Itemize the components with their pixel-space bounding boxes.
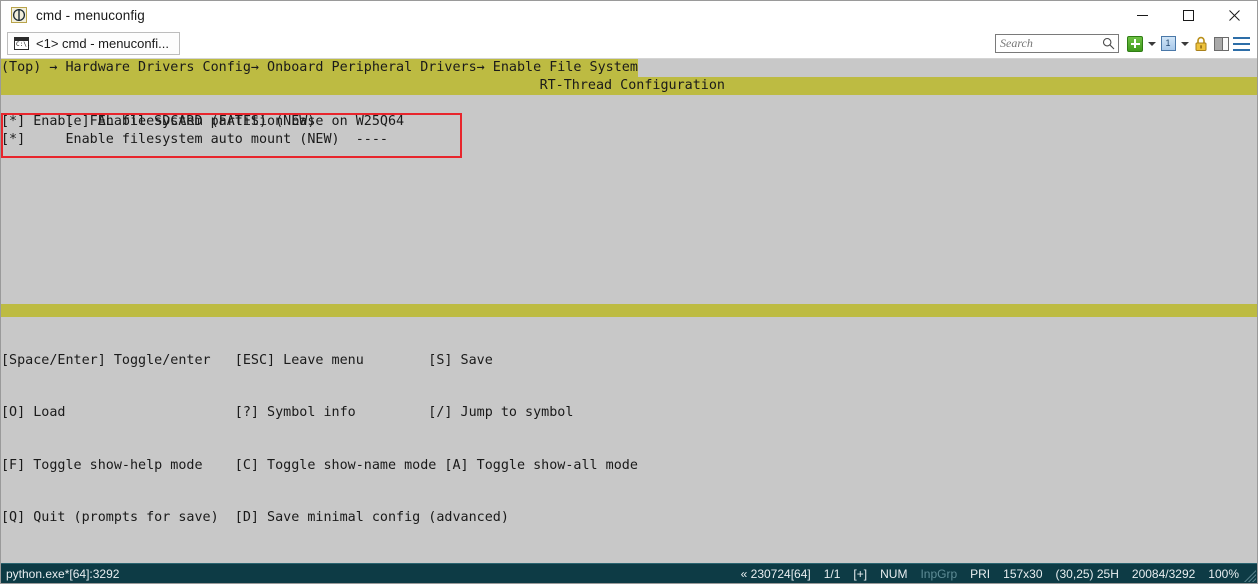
search-box[interactable] <box>995 34 1119 53</box>
maximize-button[interactable] <box>1165 1 1211 29</box>
status-bar: python.exe*[64]:3292 « 230724[64] 1/1 [+… <box>1 563 1257 583</box>
panel-selector-button[interactable]: 1 <box>1158 34 1178 54</box>
status-item-num: NUM <box>880 566 908 581</box>
menu-item-enable-filesystem-auto-mount[interactable]: [*] Enable filesystem auto mount (NEW) -… <box>1 131 1257 149</box>
hamburger-menu-icon <box>1232 36 1250 51</box>
status-item-pri: PRI <box>970 566 991 581</box>
search-input[interactable] <box>996 36 1104 51</box>
tab-cmd-menuconfig[interactable]: C:\. <1> cmd - menuconfi... <box>7 32 180 55</box>
tab-icon-text: C:\. <box>16 41 31 48</box>
panel-dropdown-button[interactable] <box>1178 34 1191 54</box>
console-tab-icon: C:\. <box>14 37 31 50</box>
main-menu-button[interactable] <box>1231 34 1251 54</box>
status-item-insert: [+] <box>853 566 868 581</box>
help-row: [Q] Quit (prompts for save) [D] Save min… <box>1 509 509 525</box>
menu-item-enable-fal-filesystem-partition[interactable]: [*] Enable FAL filesystem partition base… <box>1 113 1257 131</box>
magnifier-icon <box>1102 37 1115 55</box>
status-item-encoding: « 230724[64] <box>740 566 811 581</box>
help-row: [Space/Enter] Toggle/enter [ESC] Leave m… <box>1 353 493 369</box>
console-app-icon <box>11 7 27 23</box>
split-panel-button[interactable] <box>1211 34 1231 54</box>
split-panel-icon <box>1213 36 1229 51</box>
status-item-zoom: 100% <box>1208 566 1239 581</box>
title-bar: cmd - menuconfig <box>1 1 1257 29</box>
breadcrumb: (Top) → Hardware Drivers Config→ Onboard… <box>1 59 638 77</box>
new-tab-button[interactable] <box>1125 34 1145 54</box>
padlock-icon <box>1194 36 1208 52</box>
toolbar: 1 <box>995 29 1251 58</box>
breadcrumb-line: (Top) → Hardware Drivers Config→ Onboard… <box>1 59 1257 77</box>
window-title: cmd - menuconfig <box>36 7 145 23</box>
minimize-button[interactable] <box>1119 1 1165 29</box>
lock-button[interactable] <box>1191 34 1211 54</box>
tab-label: <1> cmd - menuconfi... <box>36 36 169 51</box>
new-tab-dropdown-button[interactable] <box>1145 34 1158 54</box>
chevron-down-icon <box>1180 41 1189 46</box>
status-process-info: python.exe*[64]:3292 <box>6 566 120 581</box>
status-item-pages: 1/1 <box>823 566 841 581</box>
terminal-content[interactable]: (Top) → Hardware Drivers Config→ Onboard… <box>1 59 1257 305</box>
resize-grip[interactable] <box>1242 568 1256 582</box>
panel-number-icon: 1 <box>1160 36 1176 51</box>
help-row: [O] Load [?] Symbol info [/] Jump to sym… <box>1 405 574 421</box>
chevron-down-icon <box>1147 41 1156 46</box>
status-item-buffer: 20084/3292 <box>1131 566 1196 581</box>
tab-strip: C:\. <1> cmd - menuconfi... Search 1 <box>1 29 1257 59</box>
close-button[interactable] <box>1211 1 1257 29</box>
status-indicators: « 230724[64] 1/1 [+] NUM InpGrp PRI 157x… <box>741 564 1239 583</box>
window-controls <box>1119 1 1257 29</box>
status-item-size: 157x30 <box>1003 566 1043 581</box>
menu-list: [ ] Enable SDCARD (FATFS) (NEW) [*] Enab… <box>1 95 1257 158</box>
app-window: cmd - menuconfig C:\. <1> cmd - menuconf… <box>0 0 1258 584</box>
status-item-inpgrp: InpGrp <box>920 566 958 581</box>
status-item-cursor: (30,25) 25H <box>1055 566 1119 581</box>
help-separator-bar <box>1 304 1257 318</box>
help-panel: [Space/Enter] Toggle/enter [ESC] Leave m… <box>1 317 1257 563</box>
config-title: RT-Thread Configuration <box>1 77 1257 95</box>
help-row: [F] Toggle show-help mode [C] Toggle sho… <box>1 457 638 473</box>
green-plus-icon <box>1127 35 1143 52</box>
menu-row[interactable]: [ ] Enable SDCARD (FATFS) (NEW) <box>1 95 1257 129</box>
